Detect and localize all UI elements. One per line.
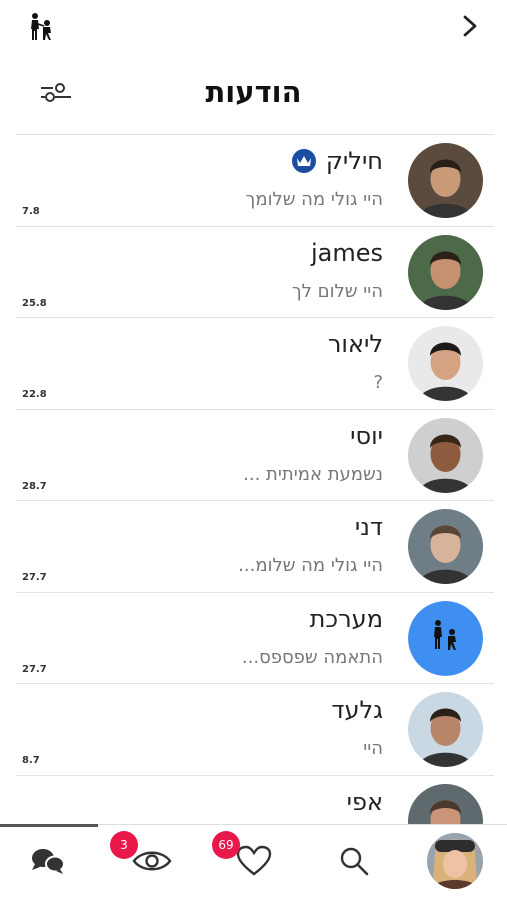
profile-tab[interactable] [426,833,484,889]
page-title: הודעות [205,75,302,109]
distance-label: 27.7 [22,572,47,583]
contact-name: ליאור [328,330,383,358]
contact-name: מערכת [310,605,383,633]
distance-label: 22.8 [22,389,47,400]
distance-label: 27.7 [22,663,47,675]
search-tab[interactable] [336,837,372,889]
conversation-list: חיליק היי גולי מה שלומך 7.8 james היי שלום ל… [16,134,494,824]
avatar[interactable] [408,783,483,824]
avatar[interactable] [408,692,483,767]
distance-label: 7.8 [22,206,40,217]
contact-name: אפי [347,788,383,816]
avatar[interactable] [408,143,483,218]
conversation-row[interactable]: james היי שלום לך 25.8 [16,225,494,318]
conversation-row[interactable]: חיליק היי גולי מה שלומך 7.8 [16,134,494,226]
chat-bubbles-icon [30,846,66,880]
chat-tab[interactable] [28,837,68,889]
contact-name-text: גלעד [331,696,383,724]
avatar[interactable] [408,326,483,401]
avatar[interactable] [408,417,483,493]
premium-crown-icon [291,149,316,173]
top-bar [0,0,507,60]
profile-avatar [427,833,483,893]
contact-name: דני [355,513,383,541]
bottom-navigation: 3 69 [0,824,507,900]
distance-label: 28.7 [22,480,47,492]
message-preview: היי [363,738,383,759]
contact-name: יוסי [350,422,383,450]
active-tab-indicator [0,824,98,827]
avatar[interactable] [408,234,483,310]
message-preview: ? [373,372,383,393]
likes-badge: 69 [212,831,240,859]
eye-icon [132,847,172,879]
conversation-row[interactable]: גלעד היי 8.7 [16,683,494,775]
conversation-row[interactable]: ליאור? 22.8 [16,317,494,409]
back-chevron-icon[interactable] [459,14,481,38]
contact-name-text: ליאור [327,330,383,358]
contact-name-text: אפי [346,787,383,816]
message-preview: היי שלום לך [292,280,383,302]
page-header: הודעות [0,60,507,134]
contact-name-text: יוסי [350,421,383,450]
distance-label: 25.8 [22,297,47,309]
filter-sliders-icon[interactable] [40,80,72,104]
avatar[interactable] [408,509,483,584]
contact-name-text: דני [354,513,383,541]
message-preview: היי גולי מה שלומ... [238,555,383,576]
message-preview: התאמה שפספס... [241,646,383,668]
message-preview: היי גולי מה שלומך [245,189,383,210]
search-icon [338,845,370,881]
couple-proposal-logo-icon[interactable] [28,12,56,42]
contact-name: james [311,239,383,267]
conversation-row[interactable]: אפי [16,774,494,824]
contact-name-text: james [310,238,383,267]
views-badge: 3 [110,831,138,859]
contact-name: חיליק [291,147,383,175]
conversation-row[interactable]: מערכת התאמה שפספס... 27.7 [16,591,494,684]
system-avatar-icon[interactable] [408,600,483,676]
likes-tab[interactable] [234,837,274,889]
contact-name-text: חיליק [325,147,383,175]
message-preview: נשמעת אמיתית ... [243,463,383,485]
heart-icon [236,845,272,881]
contact-name: גלעד [331,696,383,724]
conversation-row[interactable]: יוסי נשמעת אמיתית ... 28.7 [16,408,494,501]
conversation-row[interactable]: דני היי גולי מה שלומ... 27.7 [16,500,494,592]
contact-name-text: מערכת [309,604,383,633]
distance-label: 8.7 [22,755,40,766]
